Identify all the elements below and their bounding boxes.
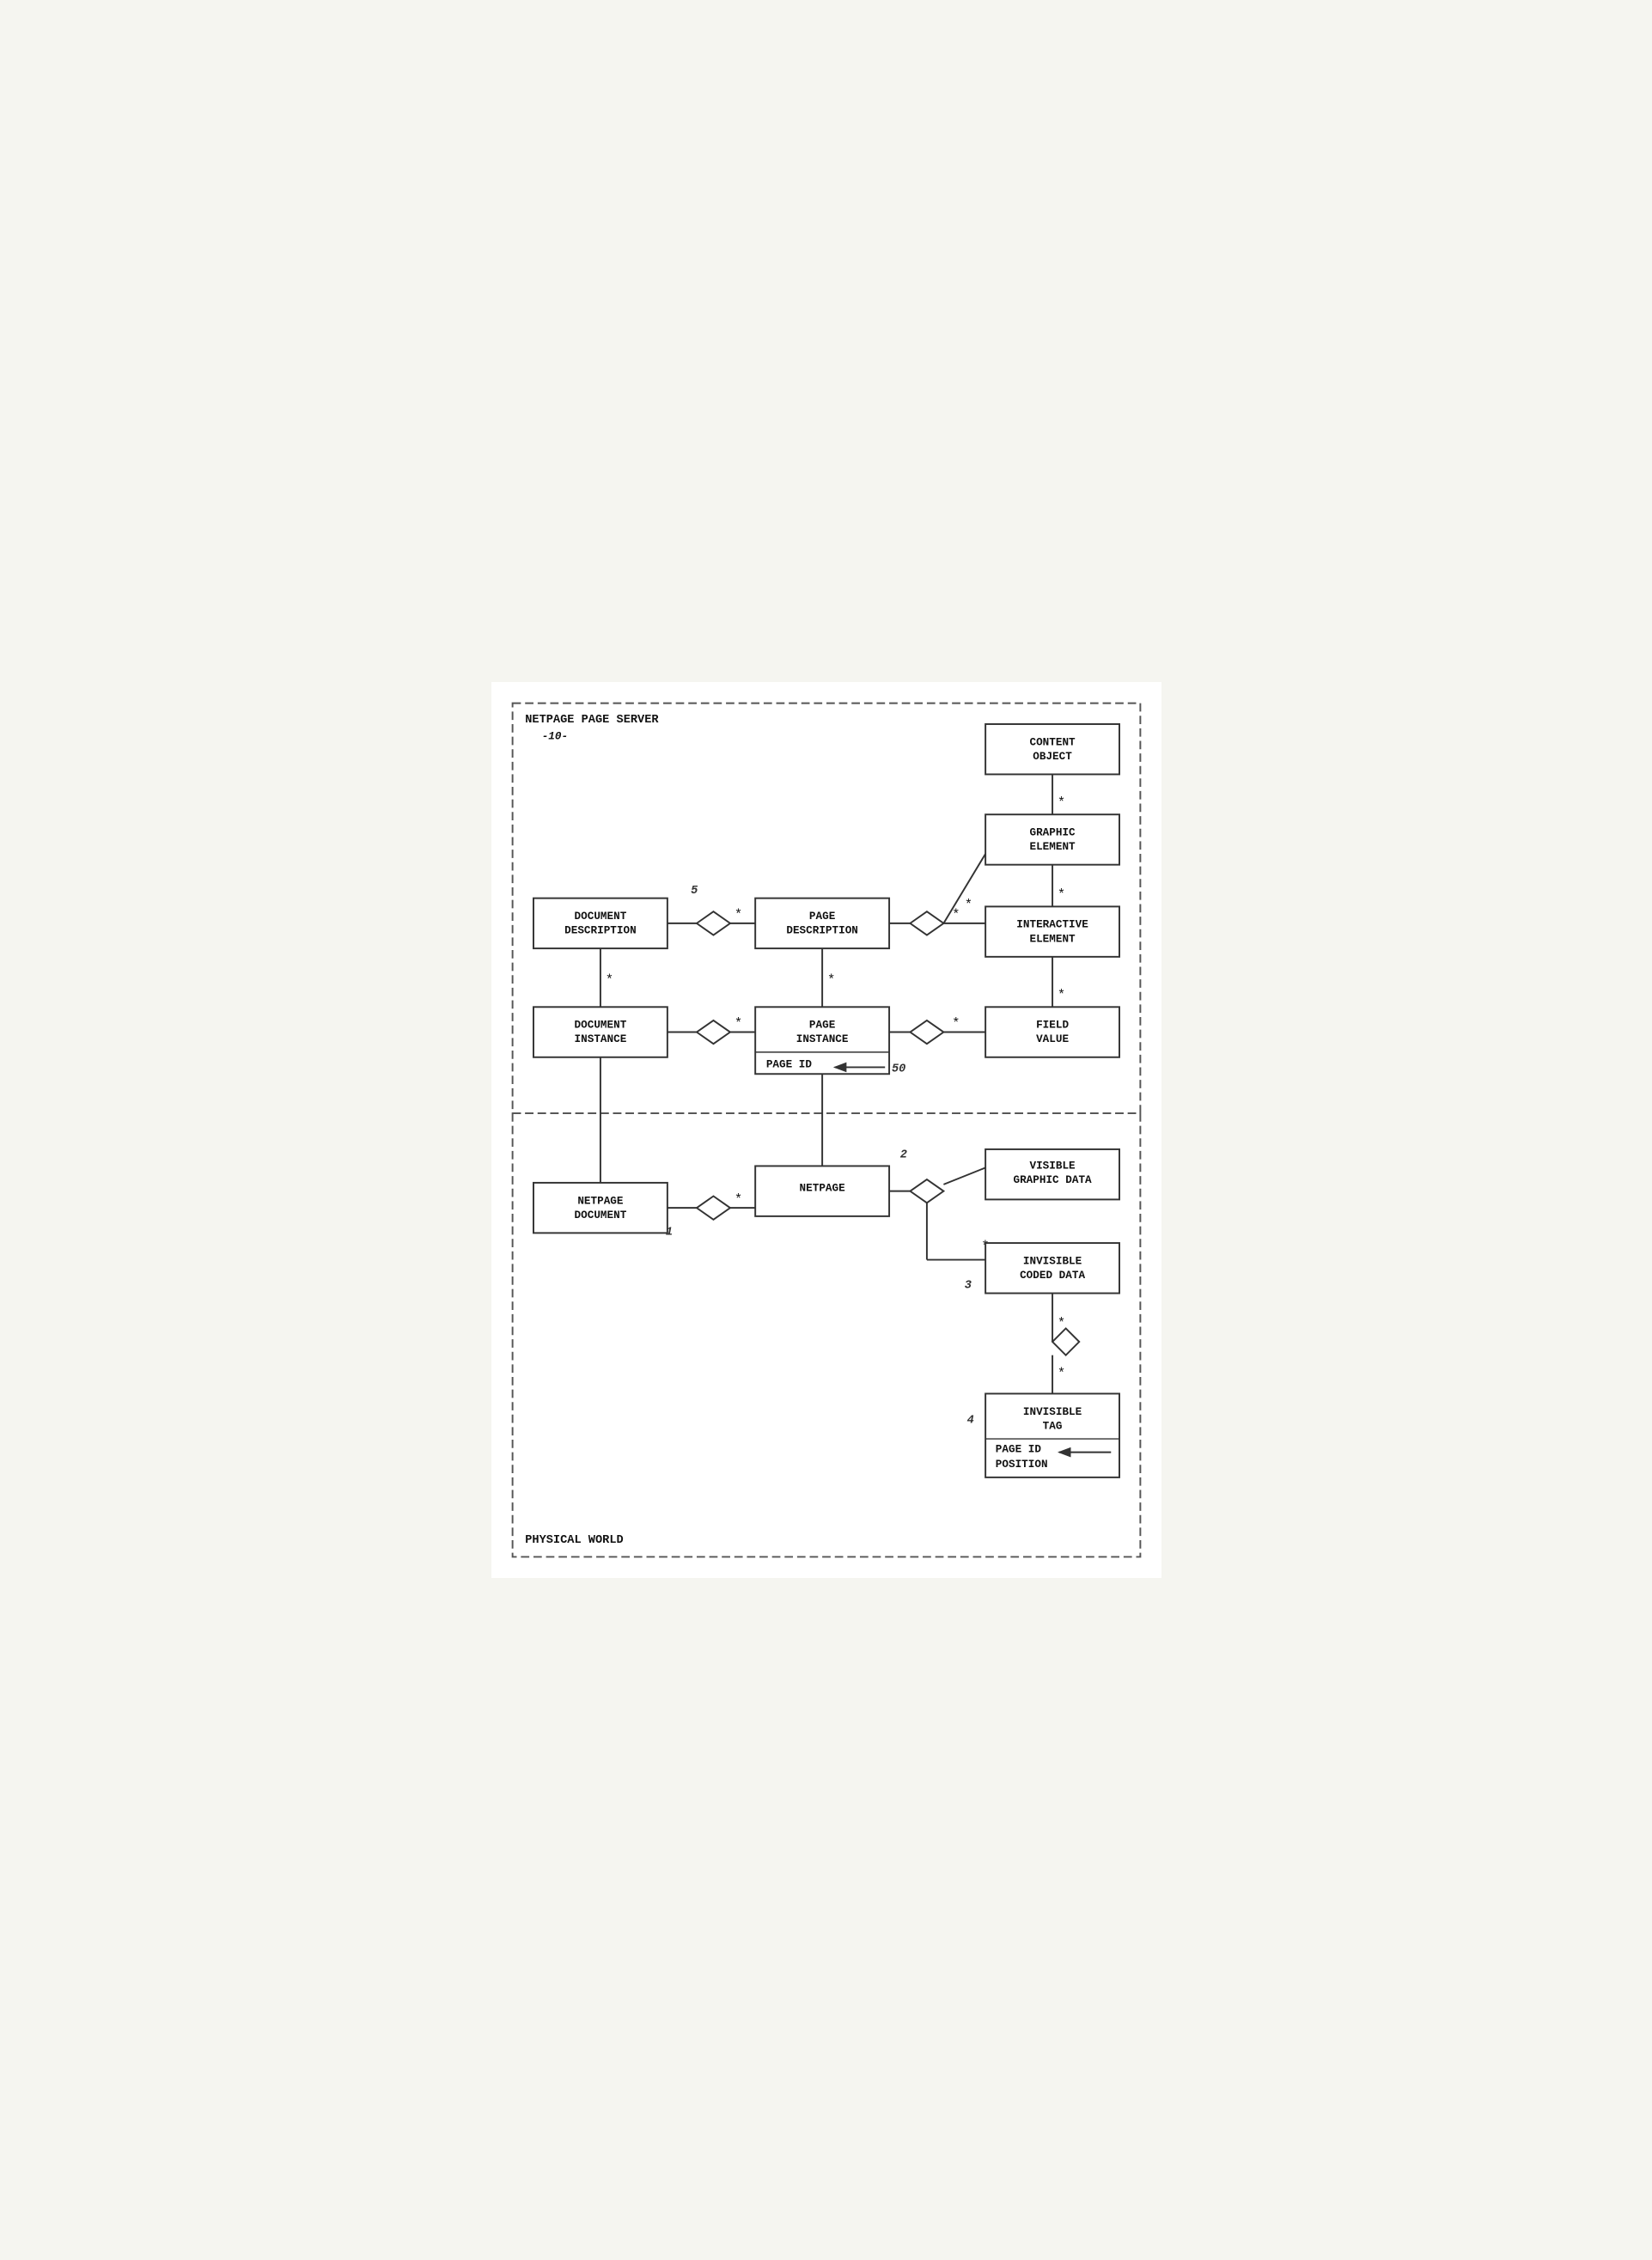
document-instance-label: DOCUMENT xyxy=(574,1019,626,1032)
netpage-document-label: NETPAGE xyxy=(577,1194,624,1207)
dd-pd-star-right: * xyxy=(734,907,741,923)
physical-section-title: PHYSICAL WORLD xyxy=(525,1534,623,1547)
invisible-coded-data-label2: CODED DATA xyxy=(1020,1269,1085,1282)
np-vgd-diamond xyxy=(910,1179,943,1203)
label-50-server: 50 xyxy=(891,1063,905,1075)
field-value-label2: VALUE xyxy=(1036,1033,1069,1045)
nd-np-star-right: * xyxy=(734,1191,741,1207)
pi-fv-diamond xyxy=(910,1020,943,1044)
page-id-tag-label: PAGE ID xyxy=(995,1443,1041,1456)
field-value-label: FIELD xyxy=(1036,1019,1069,1032)
diagram-container: NETPAGE PAGE SERVER -10- CONTENT OBJECT … xyxy=(491,682,1161,1578)
graphic-element-label2: ELEMENT xyxy=(1029,840,1076,853)
server-section-title: NETPAGE PAGE SERVER xyxy=(525,714,659,727)
dd-down-star: * xyxy=(605,972,613,988)
dd-pd-diamond xyxy=(696,911,729,935)
pd-ge-line xyxy=(943,854,985,923)
pi-fv-star-right: * xyxy=(952,1016,960,1032)
label-1: 1 xyxy=(665,1226,672,1239)
it-below-star: * xyxy=(1057,1366,1064,1381)
document-description-label2: DESCRIPTION xyxy=(564,924,637,937)
page-instance-label: PAGE xyxy=(808,1019,835,1032)
pd-to-ge-diamond xyxy=(910,911,943,935)
pd-to-ie-star: * xyxy=(952,907,960,923)
page-instance-label2: INSTANCE xyxy=(796,1033,848,1045)
label-4: 4 xyxy=(966,1415,973,1428)
invisible-tag-label: INVISIBLE xyxy=(1022,1405,1082,1418)
pd-down-star: * xyxy=(826,972,834,988)
document-description-label: DOCUMENT xyxy=(574,910,626,923)
co-to-ge-star: * xyxy=(1057,795,1064,810)
label-2: 2 xyxy=(899,1149,906,1162)
interactive-element-label2: ELEMENT xyxy=(1029,932,1076,945)
di-pi-diamond xyxy=(696,1020,729,1044)
nd-np-diamond xyxy=(696,1196,729,1219)
invisible-tag-label2: TAG xyxy=(1042,1419,1062,1432)
visible-graphic-data-label2: GRAPHIC DATA xyxy=(1013,1173,1092,1186)
architecture-diagram: NETPAGE PAGE SERVER -10- CONTENT OBJECT … xyxy=(500,691,1153,1569)
netpage-document-label2: DOCUMENT xyxy=(574,1209,626,1221)
invisible-coded-data-label: INVISIBLE xyxy=(1022,1254,1082,1267)
netpage-label: NETPAGE xyxy=(799,1182,845,1195)
ge-to-ie-star: * xyxy=(1057,887,1064,903)
icd-to-it-star: * xyxy=(1057,1315,1064,1331)
diamond-to-vgd-line xyxy=(943,1167,985,1184)
di-pi-star-right: * xyxy=(734,1016,741,1032)
content-object-label: CONTENT xyxy=(1029,735,1076,748)
content-object-label2: OBJECT xyxy=(1033,750,1072,763)
document-instance-label2: INSTANCE xyxy=(574,1033,626,1045)
label-5: 5 xyxy=(691,885,698,898)
ie-to-fv-star: * xyxy=(1057,988,1064,1003)
pd-to-ge-star-right: * xyxy=(964,897,972,912)
icd-it-diamond xyxy=(1052,1328,1079,1355)
page-description-label2: DESCRIPTION xyxy=(786,924,858,937)
graphic-element-label: GRAPHIC xyxy=(1029,826,1076,839)
server-section-sublabel: -10- xyxy=(541,729,567,742)
visible-graphic-data-label: VISIBLE xyxy=(1029,1159,1076,1172)
interactive-element-label: INTERACTIVE xyxy=(1016,918,1088,931)
position-label: POSITION xyxy=(995,1458,1047,1471)
label-3: 3 xyxy=(964,1280,971,1293)
page-description-label: PAGE xyxy=(808,910,835,923)
page-id-server-label: PAGE ID xyxy=(765,1057,812,1070)
